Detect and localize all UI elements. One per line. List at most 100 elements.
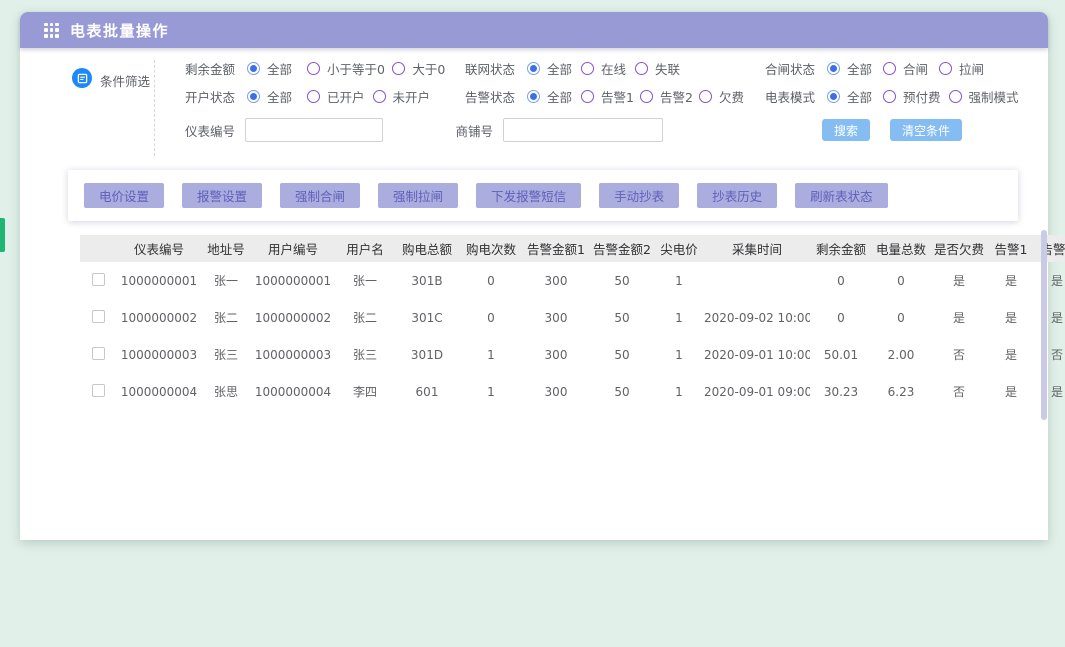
radio-option-label: 欠费: [719, 87, 744, 106]
radio-unselected-icon[interactable]: [392, 62, 405, 75]
meter-no-label: 仪表编号: [173, 121, 235, 140]
row-checkbox[interactable]: [92, 384, 105, 397]
radio-option[interactable]: 小于等于0: [307, 59, 384, 78]
action-button-2[interactable]: 强制合闸: [280, 183, 360, 208]
radio-option[interactable]: 强制模式: [949, 87, 1019, 106]
radio-unselected-icon[interactable]: [635, 62, 648, 75]
column-header: 购电总额: [394, 235, 460, 262]
radio-unselected-icon[interactable]: [307, 62, 320, 75]
radio-unselected-icon[interactable]: [581, 90, 594, 103]
radio-option[interactable]: 全部: [247, 59, 299, 78]
radio-unselected-icon[interactable]: [883, 90, 896, 103]
radio-option[interactable]: 全部: [527, 87, 573, 106]
table-cell: 张二: [336, 299, 394, 336]
action-button-6[interactable]: 抄表历史: [697, 183, 777, 208]
radio-unselected-icon[interactable]: [581, 62, 594, 75]
radio-option[interactable]: 全部: [247, 87, 299, 106]
radio-selected-icon[interactable]: [527, 62, 540, 75]
column-header: 告警金额2: [590, 235, 654, 262]
radio-selected-icon[interactable]: [247, 90, 260, 103]
radio-dot: [250, 93, 257, 100]
radio-option[interactable]: 拉闸: [939, 59, 987, 78]
action-button-7[interactable]: 刷新表状态: [795, 183, 888, 208]
radio-option-label: 已开户: [327, 87, 365, 106]
radio-dot: [250, 65, 257, 72]
radio-option-label: 全部: [547, 59, 572, 78]
row-checkbox[interactable]: [92, 347, 105, 360]
table-cell: 张一: [336, 262, 394, 299]
radio-option[interactable]: 失联: [635, 59, 681, 78]
radio-option-label: 合闸: [903, 59, 928, 78]
table-cell: 2020-09-02 10:00: [704, 299, 810, 336]
radio-option-label: 告警2: [660, 87, 693, 106]
radio-unselected-icon[interactable]: [949, 90, 962, 103]
side-drawer-handle[interactable]: [0, 218, 5, 252]
table-cell: 6.23: [872, 373, 930, 410]
table-cell: 0: [810, 262, 872, 299]
action-button-0[interactable]: 电价设置: [84, 183, 164, 208]
action-button-1[interactable]: 报警设置: [182, 183, 262, 208]
radio-option[interactable]: 大于0: [392, 59, 445, 78]
table-scrollbar[interactable]: [1041, 230, 1047, 420]
table-cell: 是: [930, 299, 988, 336]
radio-unselected-icon[interactable]: [307, 90, 320, 103]
radio-option[interactable]: 全部: [827, 59, 875, 78]
table-cell: 301D: [394, 336, 460, 373]
radio-option[interactable]: 合闸: [883, 59, 931, 78]
radio-option-label: 预付费: [903, 87, 941, 106]
radio-selected-icon[interactable]: [827, 90, 840, 103]
column-header: 告警2: [1034, 235, 1065, 262]
radio-option-label: 在线: [601, 59, 626, 78]
radio-option[interactable]: 已开户: [307, 87, 365, 106]
radio-unselected-icon[interactable]: [939, 62, 952, 75]
table-cell: 601: [394, 373, 460, 410]
action-button-4[interactable]: 下发报警短信: [476, 183, 581, 208]
filter-group-1: 联网状态全部在线失联告警状态全部告警1告警2欠费: [453, 54, 753, 110]
radio-unselected-icon[interactable]: [373, 90, 386, 103]
table-cell: 1000000002: [116, 299, 202, 336]
radio-option[interactable]: 全部: [527, 59, 573, 78]
radio-option[interactable]: 预付费: [883, 87, 941, 106]
radio-option-label: 拉闸: [959, 59, 984, 78]
search-button[interactable]: 搜索: [822, 119, 870, 141]
row-checkbox[interactable]: [92, 310, 105, 323]
radio-option[interactable]: 未开户: [373, 87, 431, 106]
radio-dot: [830, 93, 837, 100]
radio-unselected-icon[interactable]: [883, 62, 896, 75]
table-cell: 1: [654, 299, 704, 336]
meter-no-input[interactable]: [245, 118, 383, 142]
action-button-5[interactable]: 手动抄表: [599, 183, 679, 208]
filter-label: 联网状态: [453, 59, 515, 78]
radio-selected-icon[interactable]: [827, 62, 840, 75]
table-cell: 张一: [202, 262, 250, 299]
table-cell: 1000000003: [250, 336, 336, 373]
row-select-cell: [80, 262, 116, 299]
radio-option[interactable]: 在线: [581, 59, 627, 78]
row-checkbox[interactable]: [92, 273, 105, 286]
shop-no-input[interactable]: [503, 118, 663, 142]
radio-selected-icon[interactable]: [527, 90, 540, 103]
filter-label: 剩余金额: [173, 59, 235, 78]
radio-option[interactable]: 告警1: [581, 87, 632, 106]
clear-filters-button[interactable]: 清空条件: [890, 119, 962, 141]
table-cell: 301B: [394, 262, 460, 299]
radio-unselected-icon[interactable]: [640, 90, 653, 103]
radio-option[interactable]: 全部: [827, 87, 875, 106]
table-cell: 0: [872, 299, 930, 336]
radio-unselected-icon[interactable]: [699, 90, 712, 103]
action-button-3[interactable]: 强制拉闸: [378, 183, 458, 208]
column-header: 尖电价: [654, 235, 704, 262]
table-cell: 1000000003: [116, 336, 202, 373]
table-cell: 李四: [336, 373, 394, 410]
table-cell: 30.23: [810, 373, 872, 410]
radio-option[interactable]: 告警2: [640, 87, 691, 106]
radio-option-label: 全部: [847, 87, 872, 106]
table-cell: 50: [590, 299, 654, 336]
radio-selected-icon[interactable]: [247, 62, 260, 75]
column-header: 电量总数: [872, 235, 930, 262]
table-cell: [704, 262, 810, 299]
radio-option[interactable]: 欠费: [699, 87, 745, 106]
table-cell: 2020-09-01 10:00: [704, 336, 810, 373]
radio-option-label: 全部: [267, 59, 292, 78]
table-cell: 1: [654, 262, 704, 299]
